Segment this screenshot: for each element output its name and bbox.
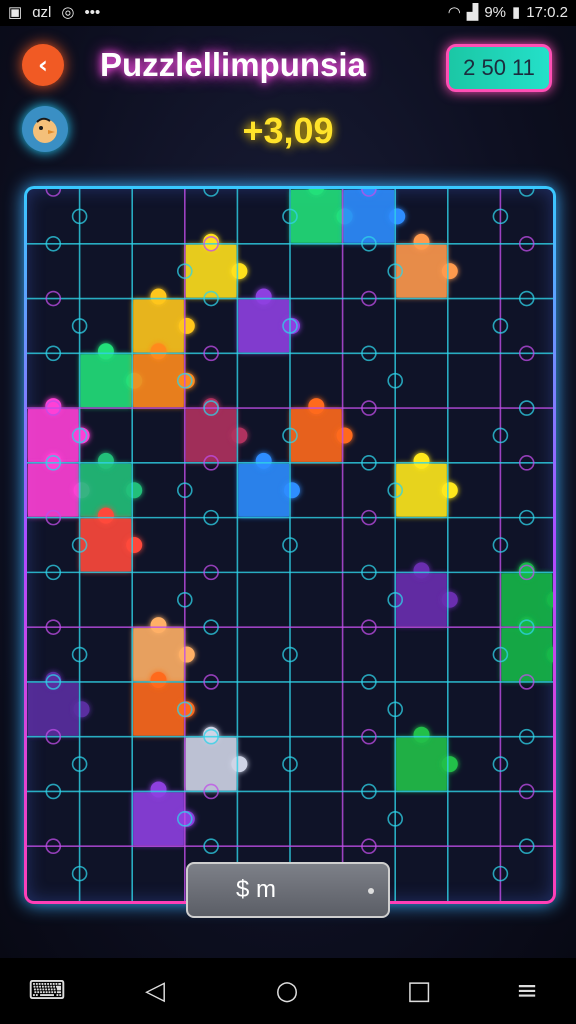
back-arrow-icon: ‹: [38, 51, 48, 79]
status-left-text: ɑzl: [32, 3, 52, 21]
game-screen: ‹ Puzzlellimpunsia 2 50 11 +3,09 $ m: [0, 26, 576, 958]
back-button[interactable]: ‹: [22, 44, 64, 86]
wifi-icon: ◠: [447, 4, 461, 21]
signal-icon: ▟: [466, 4, 479, 21]
clock: 17:0.2: [526, 3, 568, 21]
nav-recents-button[interactable]: □: [402, 974, 436, 1008]
hint-dot-icon: [368, 888, 374, 894]
hint-label: $ m: [236, 876, 277, 903]
jigsaw-knob: [45, 189, 62, 197]
puzzle-board[interactable]: [24, 186, 556, 904]
nav-home-button[interactable]: ○: [270, 974, 304, 1008]
nav-back-button[interactable]: ◁: [138, 974, 172, 1008]
gallery-icon: ▣: [8, 4, 23, 21]
more-icon: •••: [84, 3, 101, 21]
system-nav-bar: ⌨ ◁ ○ □ ≡: [0, 958, 576, 1024]
sync-icon: ◎: [61, 4, 75, 21]
jigsaw-knob: [518, 189, 535, 197]
game-title: Puzzlellimpunsia: [100, 46, 366, 83]
battery-percent: 9%: [484, 3, 507, 21]
status-bar: ▣ ɑzl ◎ ••• ◠ ▟ 9% ▮ 17:0.2: [0, 0, 576, 26]
coin-counter: +3,09: [242, 110, 334, 151]
nav-menu-button[interactable]: ≡: [510, 974, 544, 1008]
jigsaw-knob: [203, 189, 219, 197]
puzzle-grid[interactable]: [27, 189, 553, 901]
hint-button[interactable]: $ m: [186, 862, 390, 918]
keyboard-icon[interactable]: ⌨: [28, 974, 66, 1008]
score-chip[interactable]: 2 50 11: [446, 44, 552, 92]
battery-icon: ▮: [512, 4, 521, 21]
